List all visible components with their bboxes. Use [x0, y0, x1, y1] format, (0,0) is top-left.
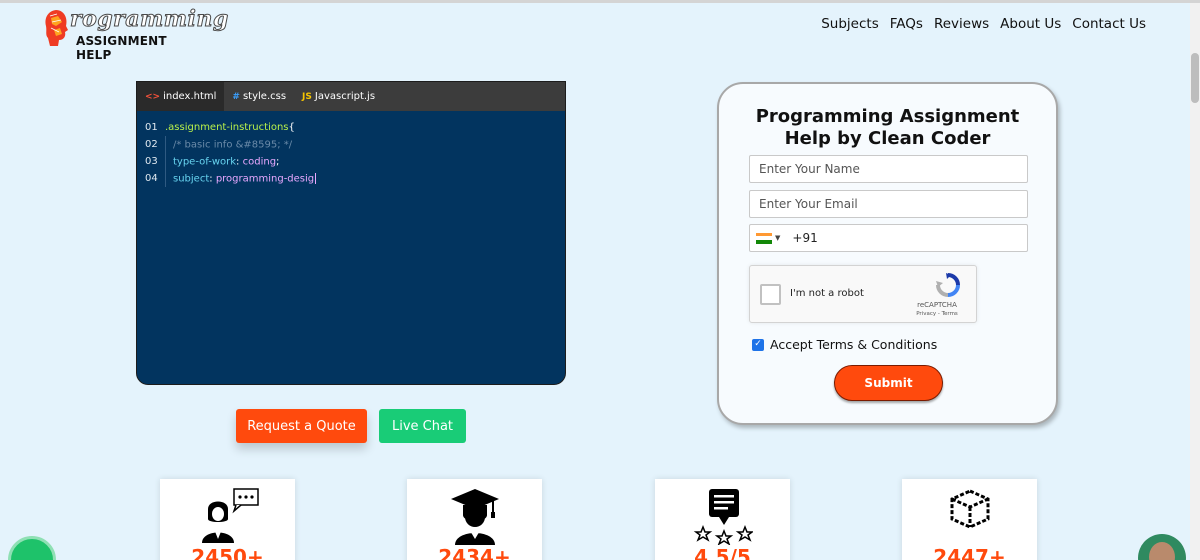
tab-label: index.html: [163, 91, 217, 102]
code-editor: <> index.html # style.css JS Javascript.…: [136, 81, 566, 385]
scrollbar-thumb[interactable]: [1191, 53, 1199, 103]
support-agent-avatar[interactable]: [1138, 534, 1186, 560]
code-body: 01 .assignment-instructions{ 02 /* basic…: [137, 111, 565, 187]
tab-label: Javascript.js: [314, 91, 376, 102]
code-property: subject: [173, 173, 210, 185]
phone-code: +91: [792, 231, 818, 245]
code-value: programming-desig: [215, 173, 315, 185]
line-number: 01: [145, 122, 158, 133]
stat-card-writers: 2450+: [160, 479, 295, 560]
live-chat-button[interactable]: Live Chat: [379, 409, 466, 443]
code-line: 03 type-of-work: coding;: [137, 153, 565, 170]
tab-style-css[interactable]: # style.css: [224, 82, 294, 111]
logo-wordmark: rogramming: [70, 6, 229, 33]
css-icon: #: [232, 91, 240, 102]
code-brace: {: [288, 122, 295, 133]
editor-tabs: <> index.html # style.css JS Javascript.…: [137, 82, 565, 111]
nav-reviews[interactable]: Reviews: [934, 16, 989, 32]
phone-field[interactable]: ▼ +91: [749, 224, 1028, 252]
india-flag-icon: [756, 232, 772, 244]
recaptcha-widget: I'm not a robot reCAPTCHA Privacy - Term…: [749, 265, 977, 323]
recaptcha-links[interactable]: Privacy - Terms: [907, 311, 967, 317]
code-selector: .assignment-instructions: [165, 122, 289, 133]
code-value: coding: [242, 156, 277, 168]
recaptcha-brand: reCAPTCHA: [917, 301, 957, 309]
rating-icon: [693, 489, 753, 545]
box-icon: [950, 489, 989, 529]
form-title-line-2: Help by Clean Coder: [784, 128, 991, 149]
stat-value: 2447+: [933, 545, 1006, 560]
code-line: 04 subject: programming-desig: [137, 170, 565, 187]
tab-label: style.css: [242, 91, 287, 102]
logo-subtitle: ASSIGNMENT HELP: [76, 34, 167, 62]
assignment-form-card: Programming Assignment Help by Clean Cod…: [717, 82, 1058, 425]
submit-button[interactable]: Submit: [834, 365, 943, 401]
terms-checkbox-row[interactable]: ✓ Accept Terms & Conditions: [752, 337, 937, 352]
site-logo[interactable]: rogramming ASSIGNMENT HELP: [42, 6, 229, 62]
writer-icon: [201, 488, 259, 543]
tab-index-html[interactable]: <> index.html: [137, 82, 225, 111]
line-number: 04: [145, 173, 158, 184]
terms-checkbox[interactable]: ✓: [752, 338, 764, 351]
name-input[interactable]: [749, 155, 1028, 183]
avatar-face: [1149, 542, 1175, 560]
form-title: Programming Assignment Help by Clean Cod…: [719, 106, 1056, 150]
logo-head-icon: [45, 10, 68, 46]
whatsapp-chat-icon[interactable]: [8, 536, 56, 560]
nav-contact-us[interactable]: Contact Us: [1072, 16, 1146, 32]
code-line: 02 /* basic info &#8595; */: [137, 136, 565, 153]
country-selector[interactable]: ▼: [750, 225, 786, 251]
stat-value: 2450+: [191, 545, 264, 560]
js-icon: JS: [302, 91, 312, 102]
code-property: type-of-work: [173, 156, 237, 168]
form-title-line-1: Programming Assignment: [755, 106, 1020, 127]
tab-javascript-js[interactable]: JS Javascript.js: [294, 82, 383, 111]
email-input[interactable]: [749, 190, 1028, 218]
html-icon: <>: [145, 91, 161, 102]
nav-faqs[interactable]: FAQs: [890, 16, 923, 32]
recaptcha-label: I'm not a robot: [790, 288, 864, 299]
terms-label: Accept Terms & Conditions: [770, 337, 938, 352]
stat-card-delivered: 2447+: [902, 479, 1037, 560]
stat-card-experts: 2434+: [407, 479, 542, 560]
stat-value: 4.5/5: [694, 545, 751, 560]
code-comment: /* basic info &#8595; */: [173, 139, 293, 151]
request-quote-button[interactable]: Request a Quote: [236, 409, 367, 443]
graduate-icon: [450, 489, 499, 545]
chevron-down-icon: ▼: [775, 234, 781, 242]
code-line: 01 .assignment-instructions{: [137, 119, 565, 136]
recaptcha-checkbox[interactable]: [760, 284, 781, 305]
recaptcha-logo-icon: [936, 273, 960, 297]
line-number: 02: [145, 139, 158, 150]
stat-value: 2434+: [438, 545, 511, 560]
line-number: 03: [145, 156, 158, 167]
stat-card-rating: 4.5/5: [655, 479, 790, 560]
scrollbar[interactable]: [1190, 3, 1200, 560]
top-border: [0, 0, 1200, 3]
text-cursor: [315, 173, 317, 184]
nav-about-us[interactable]: About Us: [1000, 16, 1061, 32]
nav-subjects[interactable]: Subjects: [821, 16, 879, 32]
main-nav: Subjects FAQs Reviews About Us Contact U…: [821, 16, 1146, 32]
